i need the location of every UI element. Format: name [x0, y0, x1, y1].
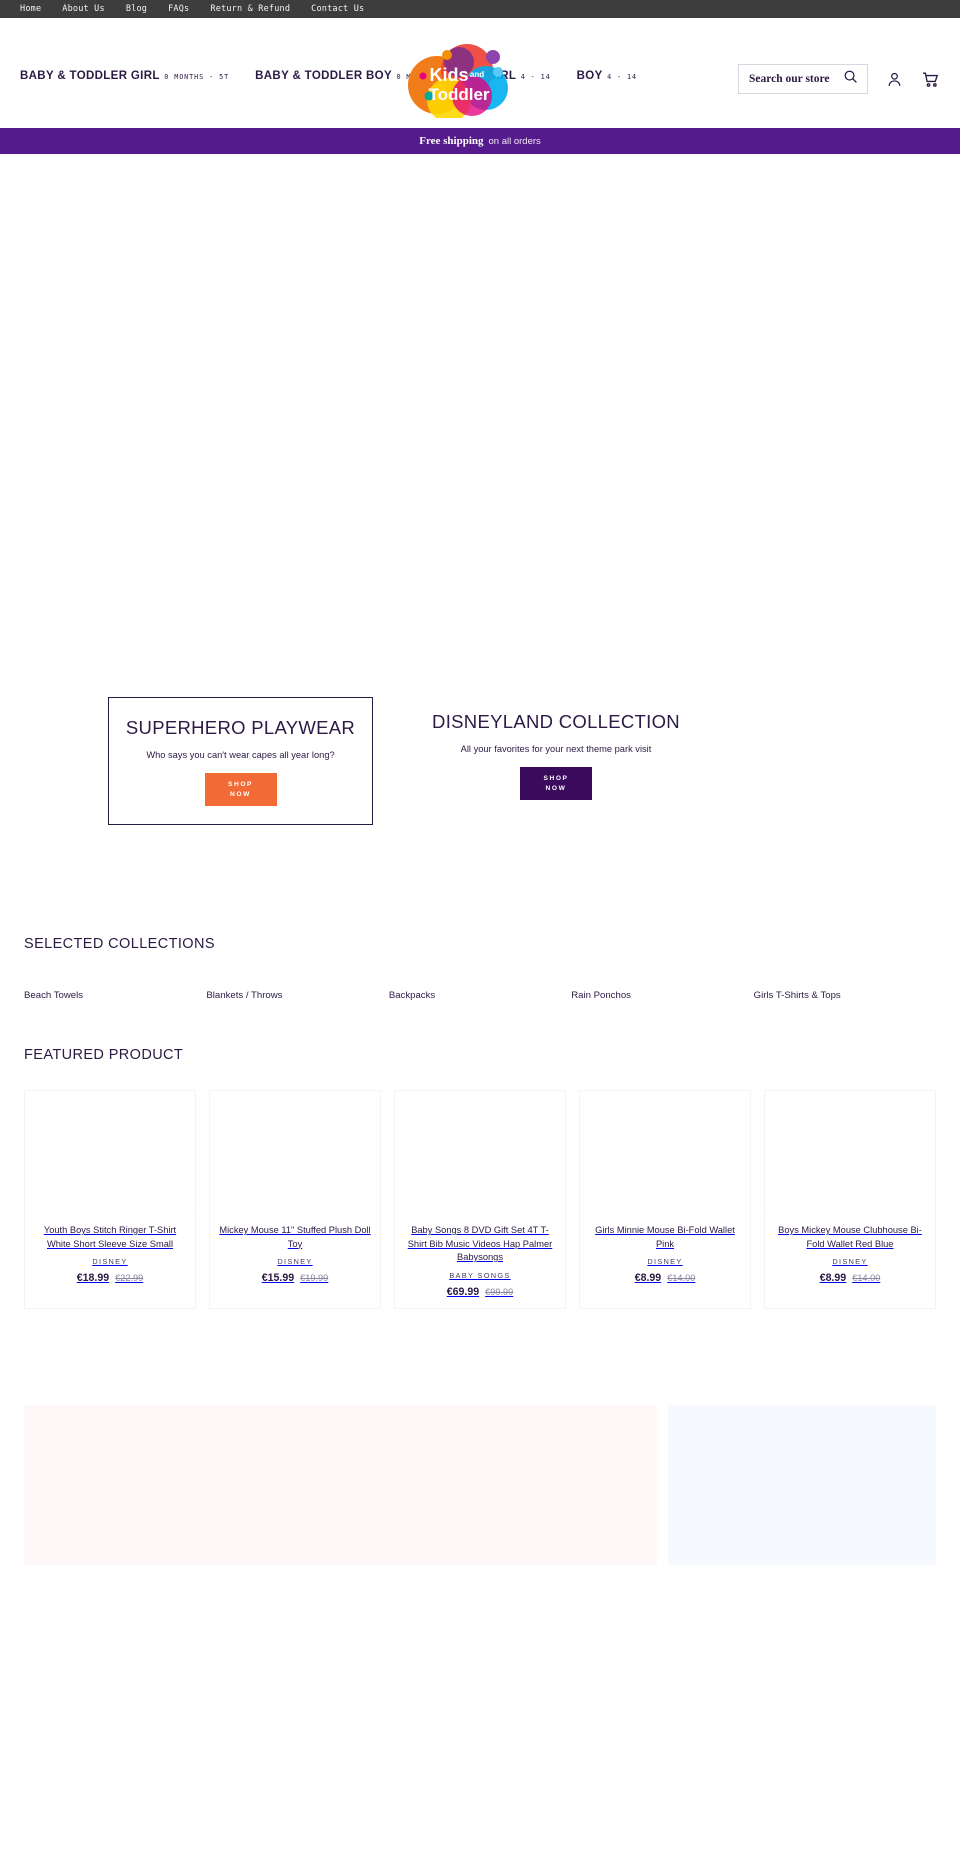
nav-item-title: BOY — [576, 70, 603, 82]
nav-item-subtitle: 0 MONTHS - 5T — [164, 73, 230, 81]
shop-now-button-disneyland[interactable]: SHOP NOW — [520, 767, 592, 800]
utility-link-contact-us[interactable]: Contact Us — [311, 4, 364, 14]
collections-list: Beach Towels Blankets / Throws Backpacks… — [24, 990, 936, 1001]
product-image — [765, 1091, 935, 1215]
product-prices: €69.99 €99.99 — [403, 1286, 557, 1298]
nav-item-subtitle: 4 - 14 — [607, 73, 638, 81]
product-image — [395, 1091, 565, 1215]
product-prices: €18.99 €22.99 — [33, 1272, 187, 1284]
product-card[interactable]: Boys Mickey Mouse Clubhouse Bi-Fold Wall… — [764, 1090, 936, 1309]
product-compare-price: €19.99 — [300, 1273, 329, 1283]
product-prices: €8.99 €14.00 — [588, 1272, 742, 1284]
site-logo[interactable]: Kids and Toddler — [393, 36, 511, 118]
selected-collections-section: SELECTED COLLECTIONS Beach Towels Blanke… — [0, 936, 960, 1001]
announcement-normal-text: on all orders — [488, 135, 541, 147]
product-price: €8.99 — [634, 1272, 662, 1284]
utility-link-home[interactable]: Home — [20, 4, 41, 14]
product-image — [580, 1091, 750, 1215]
hero-section: SUPERHERO PLAYWEAR Who says you can't we… — [0, 154, 960, 936]
shop-now-line1: SHOP — [227, 780, 254, 788]
shop-now-button-superhero[interactable]: SHOP NOW — [204, 773, 277, 806]
nav-item-title: BABY & TODDLER GIRL — [20, 70, 160, 82]
site-header: BABY & TODDLER GIRL 0 MONTHS - 5T BABY &… — [0, 18, 960, 128]
product-price: €18.99 — [76, 1272, 110, 1284]
nav-item-boy[interactable]: BOY 4 - 14 — [577, 66, 637, 84]
collection-link-girls-tshirts-tops[interactable]: Girls T-Shirts & Tops — [754, 990, 936, 1001]
product-vendor: DISNEY — [832, 1257, 868, 1266]
user-icon — [886, 72, 903, 91]
product-title: Mickey Mouse 11" Stuffed Plush Doll Toy — [219, 1225, 371, 1249]
promo-block-disneyland-collection: DISNEYLAND COLLECTION All your favorites… — [432, 697, 680, 815]
collection-link-blankets-throws[interactable]: Blankets / Throws — [206, 990, 388, 1001]
product-title: Girls Minnie Mouse Bi-Fold Wallet Pink — [595, 1225, 735, 1249]
bottom-panel-primary[interactable] — [24, 1404, 657, 1565]
utility-nav-bar: Home About Us Blog FAQs Return & Refund … — [0, 0, 960, 18]
nav-item-baby-toddler-girl[interactable]: BABY & TODDLER GIRL 0 MONTHS - 5T — [20, 66, 229, 84]
utility-link-faqs[interactable]: FAQs — [168, 4, 189, 14]
selected-collections-title: SELECTED COLLECTIONS — [24, 936, 215, 952]
product-compare-price: €14.00 — [852, 1273, 881, 1283]
product-title: Baby Songs 8 DVD Gift Set 4T T-Shirt Bib… — [407, 1225, 553, 1262]
product-price: €8.99 — [819, 1272, 847, 1284]
product-card[interactable]: Girls Minnie Mouse Bi-Fold Wallet Pink D… — [579, 1090, 751, 1309]
announcement-bar[interactable]: Free shipping on all orders — [0, 128, 960, 154]
utility-link-about-us[interactable]: About Us — [62, 4, 105, 14]
shop-now-line2: NOW — [545, 784, 567, 792]
utility-link-return-refund[interactable]: Return & Refund — [210, 4, 290, 14]
search-placeholder-text: Search our store — [749, 73, 830, 85]
promo-heading: DISNEYLAND COLLECTION — [432, 711, 680, 732]
account-button[interactable] — [886, 71, 903, 88]
product-title: Youth Boys Stitch Ringer T-Shirt White S… — [43, 1225, 177, 1249]
featured-product-title: FEATURED PRODUCT — [24, 1047, 184, 1063]
announcement-bold-text: Free shipping — [419, 135, 484, 147]
bottom-panel-secondary[interactable] — [668, 1404, 936, 1565]
nav-item-title: BABY & TODDLER BOY — [255, 70, 392, 82]
shop-now-line1: SHOP — [543, 774, 569, 782]
svg-text:Kids: Kids — [429, 65, 468, 85]
logo-icon: Kids and Toddler — [408, 44, 508, 118]
product-card[interactable]: Mickey Mouse 11" Stuffed Plush Doll Toy … — [209, 1090, 381, 1309]
product-image — [210, 1091, 380, 1215]
product-vendor: BABY SONGS — [449, 1270, 511, 1280]
product-image — [25, 1091, 195, 1215]
product-grid: Youth Boys Stitch Ringer T-Shirt White S… — [24, 1090, 936, 1309]
product-compare-price: €14.00 — [667, 1273, 696, 1283]
svg-text:Toddler: Toddler — [428, 85, 489, 104]
collection-link-backpacks[interactable]: Backpacks — [389, 990, 571, 1001]
promo-subheading: Who says you can't wear capes all year l… — [146, 750, 335, 760]
cart-icon — [921, 71, 940, 92]
product-price: €15.99 — [261, 1272, 295, 1284]
product-compare-price: €22.99 — [115, 1273, 144, 1283]
product-card[interactable]: Youth Boys Stitch Ringer T-Shirt White S… — [24, 1090, 196, 1309]
search-icon[interactable] — [843, 69, 858, 89]
collection-link-rain-ponchos[interactable]: Rain Ponchos — [571, 990, 753, 1001]
header-tools: Search our store — [738, 64, 940, 94]
svg-text:and: and — [470, 70, 484, 79]
shop-now-line2: NOW — [230, 790, 251, 798]
bottom-banner-row — [0, 1404, 960, 1565]
promo-heading: SUPERHERO PLAYWEAR — [125, 717, 356, 738]
nav-item-subtitle: 4 - 14 — [520, 73, 551, 81]
promo-block-superhero-playwear: SUPERHERO PLAYWEAR Who says you can't we… — [108, 697, 373, 825]
product-compare-price: €99.99 — [485, 1286, 514, 1297]
product-vendor: DISNEY — [92, 1257, 128, 1266]
cart-button[interactable] — [921, 70, 940, 89]
utility-link-blog[interactable]: Blog — [126, 4, 147, 14]
product-vendor: DISNEY — [277, 1257, 313, 1266]
product-prices: €15.99 €19.99 — [218, 1272, 372, 1284]
product-prices: €8.99 €14.00 — [773, 1272, 927, 1284]
promo-subheading: All your favorites for your next theme p… — [460, 744, 652, 754]
product-card[interactable]: Baby Songs 8 DVD Gift Set 4T T-Shirt Bib… — [394, 1090, 566, 1309]
main-navigation: BABY & TODDLER GIRL 0 MONTHS - 5T BABY &… — [20, 62, 637, 84]
product-price: €69.99 — [446, 1285, 480, 1298]
featured-product-section: FEATURED PRODUCT Youth Boys Stitch Ringe… — [0, 1047, 960, 1309]
product-vendor: DISNEY — [647, 1257, 683, 1266]
search-form[interactable]: Search our store — [738, 64, 868, 94]
collection-link-beach-towels[interactable]: Beach Towels — [24, 990, 206, 1001]
product-title: Boys Mickey Mouse Clubhouse Bi-Fold Wall… — [778, 1225, 922, 1249]
